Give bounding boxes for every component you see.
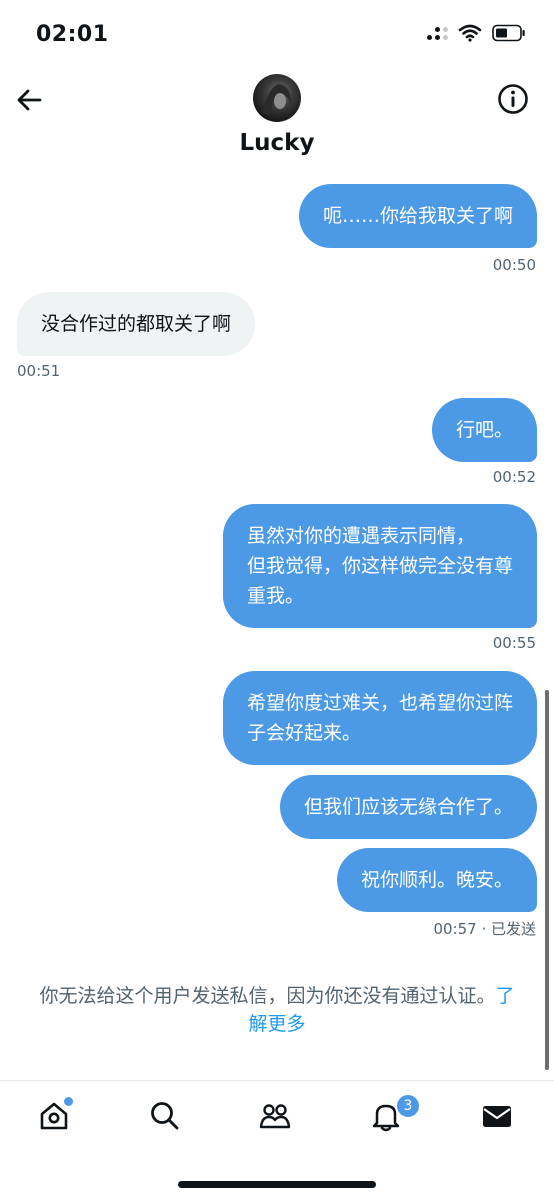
message-bubble-outgoing[interactable]: 祝你顺利。晚安。 bbox=[336, 848, 537, 912]
message-timestamp: 00:55 bbox=[492, 634, 536, 652]
contact-name[interactable]: Lucky bbox=[0, 130, 554, 156]
info-button[interactable] bbox=[496, 82, 530, 116]
home-notification-dot bbox=[62, 1095, 75, 1108]
cellular-signal-icon bbox=[427, 26, 448, 40]
status-icons bbox=[427, 24, 526, 42]
back-arrow-icon bbox=[17, 89, 42, 111]
message-text-line: 但我觉得，你这样做完全没有尊 bbox=[246, 555, 513, 577]
battery-icon bbox=[492, 24, 525, 42]
message-text: 呃……你给我取关了啊 bbox=[322, 205, 513, 227]
info-icon bbox=[498, 84, 528, 114]
home-indicator[interactable] bbox=[178, 1181, 376, 1188]
conversation-header: Lucky bbox=[0, 70, 554, 162]
avatar-image bbox=[263, 84, 291, 114]
message-bubble-outgoing[interactable]: 希望你度过难关，也希望你过阵 子会好起来。 bbox=[222, 671, 537, 765]
message-timestamp: 00:50 bbox=[492, 256, 536, 274]
message-text: 祝你顺利。晚安。 bbox=[360, 869, 513, 891]
tab-messages[interactable] bbox=[480, 1099, 520, 1139]
message-text-line: 虽然对你的遭遇表示同情， bbox=[246, 525, 475, 547]
message-text: 但我们应该无缘合作了。 bbox=[303, 796, 513, 818]
scrollbar[interactable] bbox=[545, 690, 549, 1070]
status-bar: 02:01 bbox=[0, 0, 554, 70]
message-text-line: 重我。 bbox=[246, 585, 304, 607]
dm-restriction-notice: 你无法给这个用户发送私信，因为你还没有通过认证。了 解更多 bbox=[0, 982, 554, 1038]
notice-line-1: 你无法给这个用户发送私信，因为你还没有通过认证。了 bbox=[0, 982, 554, 1010]
envelope-icon bbox=[483, 1106, 511, 1127]
wifi-icon bbox=[458, 24, 482, 42]
notice-line-2: 解更多 bbox=[0, 1010, 554, 1038]
notice-text: 你无法给这个用户发送私信，因为你还没有通过认证。 bbox=[39, 985, 496, 1007]
back-button[interactable] bbox=[14, 84, 46, 116]
message-bubble-outgoing[interactable]: 但我们应该无缘合作了。 bbox=[279, 775, 537, 839]
learn-more-link[interactable]: 解更多 bbox=[248, 1013, 305, 1035]
notifications-badge: 3 bbox=[395, 1093, 421, 1119]
message-text-line: 希望你度过难关，也希望你过阵 bbox=[246, 692, 513, 714]
message-list[interactable]: 呃……你给我取关了啊 00:50 没合作过的都取关了啊 00:51 行吧。 00… bbox=[0, 162, 554, 1080]
message-timestamp: 00:51 bbox=[17, 362, 61, 380]
message-bubble-incoming[interactable]: 没合作过的都取关了啊 bbox=[17, 292, 256, 356]
learn-more-link[interactable]: 了 bbox=[496, 985, 515, 1007]
message-text: 行吧。 bbox=[455, 419, 513, 441]
message-timestamp-sent: 00:57 · 已发送 bbox=[433, 920, 536, 938]
communities-icon bbox=[259, 1104, 291, 1129]
avatar[interactable] bbox=[253, 74, 301, 122]
tab-communities[interactable] bbox=[258, 1099, 298, 1139]
search-icon bbox=[151, 1102, 179, 1130]
message-text: 没合作过的都取关了啊 bbox=[41, 313, 232, 335]
message-timestamp: 00:52 bbox=[492, 468, 536, 486]
message-bubble-outgoing[interactable]: 行吧。 bbox=[431, 398, 537, 462]
message-bubble-outgoing[interactable]: 虽然对你的遭遇表示同情， 但我觉得，你这样做完全没有尊 重我。 bbox=[222, 504, 537, 628]
status-time: 02:01 bbox=[36, 22, 109, 47]
message-text-line: 子会好起来。 bbox=[246, 722, 361, 744]
message-bubble-outgoing[interactable]: 呃……你给我取关了啊 bbox=[298, 184, 537, 248]
tab-search[interactable] bbox=[148, 1099, 188, 1139]
